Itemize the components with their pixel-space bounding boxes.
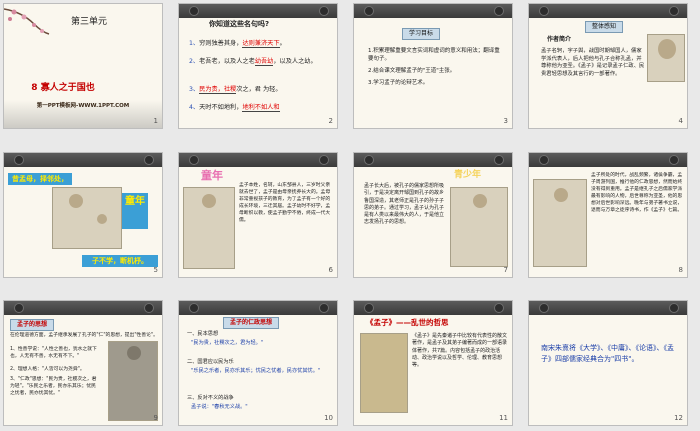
unit-label: 第三单元 xyxy=(70,17,107,27)
mother-and-child-painting xyxy=(52,187,122,249)
mencius-portrait xyxy=(647,34,685,82)
slide-thumbnail-10[interactable]: 孟子的仁政思想 一、民本思想 "民为贵，社稷次之，君为轻。" 二、国君应以民为乐… xyxy=(178,300,338,426)
top-banner xyxy=(4,153,162,167)
top-banner xyxy=(354,4,512,18)
slide-thumbnail-9[interactable]: 孟子的思想 在伦理道德方面，孟子继承发展了孔子的"仁"的思想，提出"性善论"。 … xyxy=(3,300,163,426)
top-caption: 昔孟母，择邻处， xyxy=(8,173,72,185)
policy-item: 孟子说："春秋无义战。" xyxy=(191,404,248,410)
top-banner xyxy=(179,301,337,315)
author-intro-label: 作者简介 xyxy=(547,36,572,43)
top-banner xyxy=(529,301,687,315)
slide-number: 5 xyxy=(153,265,158,274)
bottom-caption: 子不学，断机杼。 xyxy=(82,255,158,267)
thought-point-3: 3、"仁政"思想："民为贵，社稷次之，君为轻"。"乐民之乐者，民亦乐其乐；忧民之… xyxy=(10,377,97,396)
mother-weaving-painting xyxy=(183,187,235,269)
thought-point-2: 2、理想人格："人皆可以为尧舜"。 xyxy=(10,367,85,372)
mencius-statue xyxy=(108,341,158,421)
slide-number: 9 xyxy=(153,413,158,422)
four-books-text: 南宋朱熹将《大学》、《中庸》、《论语》、《孟子》四部儒家经典合为"四书"。 xyxy=(541,344,674,364)
slide-title: 8 寡人之于国也 xyxy=(31,83,95,93)
book-heading: 《孟子》——乱世的哲思 xyxy=(366,318,449,327)
thought-point-1: 1、性善学说："人性之善也，犹水之就下也，人无有不善，水无有不下。" xyxy=(10,347,97,359)
goal-item: 3.学习孟子的论辩艺术。 xyxy=(368,80,429,86)
childhood-label: 童年 xyxy=(122,193,148,229)
footer-text: 第一PPT模板网-WWW.1PPT.COM xyxy=(36,103,130,109)
book-text: 《孟子》是先秦诸子中比较有代表性的散文著作，是孟子及其弟子编著而成的一部语录体著… xyxy=(412,333,508,368)
thought-intro: 在伦理道德方面，孟子继承发展了孔子的"仁"的思想，提出"性善论"。 xyxy=(10,333,158,338)
policy-item: 三、反对不义的战争 xyxy=(187,395,234,401)
top-banner xyxy=(4,301,162,315)
slide-thumbnail-2[interactable]: 你知道这些名句吗? 1、穷则独善其身，达则兼济天下。 2、老吾老，以及人之老幼吾… xyxy=(178,3,338,129)
author-text: 孟子名轲，字子舆，战国时期邹国人，儒家学派代表人，后人把他与孔子合称孔孟，并尊称… xyxy=(541,48,645,78)
slide-number: 3 xyxy=(503,116,508,125)
book-scroll-image xyxy=(360,333,408,413)
section-tag: 孟子的思想 xyxy=(10,319,55,332)
slide-number: 4 xyxy=(678,116,683,125)
top-banner xyxy=(179,153,337,167)
quote-line: 4、天时不如地利，地利不如人和 xyxy=(189,104,280,112)
youth-heading: 青少年 xyxy=(454,170,482,180)
slide-number: 1 xyxy=(153,116,158,125)
slide-number: 12 xyxy=(674,413,683,422)
slide-thumbnail-1[interactable]: 第三单元 8 寡人之于国也 第一PPT模板网-WWW.1PPT.COM 1 xyxy=(3,3,163,129)
quote-line: 1、穷则独善其身，达则兼济天下。 xyxy=(189,40,286,48)
quote-line: 3、民为贵，社稷次之，君 为轻。 xyxy=(189,86,282,94)
slide-thumbnail-7[interactable]: 青少年 孟子长大后，被孔子的儒家思想所吸引，于是决定离开邹国到孔子的故乡鲁国深造… xyxy=(353,152,513,278)
slide-thumbnail-12[interactable]: 南宋朱熹将《大学》、《中庸》、《论语》、《孟子》四部儒家经典合为"四书"。 12 xyxy=(528,300,688,426)
section-tag: 孟子的仁政思想 xyxy=(223,317,280,330)
policy-item: "乐民之乐者，民亦乐其乐；忧民之忧者，民亦忧其忧。" xyxy=(191,368,321,374)
slide-number: 2 xyxy=(328,116,333,125)
slide-thumbnail-6[interactable]: 童年 孟子本姓，名轲，山东邹县人，三岁时父亲就去世了，孟子是由母亲抚养长大的。孟… xyxy=(178,152,338,278)
slide-thumbnail-3[interactable]: 学习目标 1.积累理解重要文言实词和虚词的意义和用法；翻译重要句子。 2.结合课… xyxy=(353,3,513,129)
childhood-heading: 童年 xyxy=(201,169,223,182)
slide-sorter-grid: 第三单元 8 寡人之于国也 第一PPT模板网-WWW.1PPT.COM 1 你知… xyxy=(0,0,700,431)
goal-item: 1.积累理解重要文言实词和虚词的意义和用法；翻译重要句子。 xyxy=(368,48,500,62)
top-banner xyxy=(529,4,687,18)
goal-item: 2.结合课文理解孟子的"王道"主张。 xyxy=(368,68,456,74)
scholar-painting xyxy=(450,187,508,267)
top-banner xyxy=(529,153,687,167)
later-life-text: 孟子所处的时代，战乱频繁，诸侯争霸，孟子周游列国，推行他的仁政思想，然而始终没有… xyxy=(591,173,683,213)
quote-line: 2、老吾老，以及人之老幼吾幼，以及人之幼。 xyxy=(189,58,317,66)
section-tag: 学习目标 xyxy=(402,28,441,41)
slide-thumbnail-4[interactable]: 整体感知 作者简介 孟子名轲，字子舆，战国时期邹国人，儒家学派代表人，后人把他与… xyxy=(528,3,688,129)
slide-number: 11 xyxy=(499,413,508,422)
youth-text: 孟子长大后，被孔子的儒家思想所吸引，于是决定离开邹国到孔子的故乡鲁国深造，其老师… xyxy=(364,183,445,226)
top-banner xyxy=(179,4,337,18)
slide-number: 10 xyxy=(324,413,333,422)
slide-number: 6 xyxy=(328,265,333,274)
slide-heading: 你知道这些名句吗? xyxy=(209,20,270,28)
slide-thumbnail-5[interactable]: 昔孟母，择邻处， 童年 子不学，断机杼。 5 xyxy=(3,152,163,278)
top-banner xyxy=(354,301,512,315)
slide-number: 7 xyxy=(503,265,508,274)
policy-item: "民为贵，社稷次之，君为轻。" xyxy=(191,340,264,346)
slide-thumbnail-11[interactable]: 《孟子》——乱世的哲思 《孟子》是先秦诸子中比较有代表性的散文著作，是孟子及其弟… xyxy=(353,300,513,426)
policy-item: 二、国君应以民为乐 xyxy=(187,359,234,365)
mencius-travel-painting xyxy=(533,179,587,267)
slide-thumbnail-8[interactable]: 孟子所处的时代，战乱频繁，诸侯争霸，孟子周游列国，推行他的仁政思想，然而始终没有… xyxy=(528,152,688,278)
childhood-text: 孟子本姓，名轲，山东邹县人，三岁时父亲就去世了，孟子是由母亲抚养长大的。孟母非常… xyxy=(239,183,331,223)
top-banner xyxy=(354,153,512,167)
section-tag: 整体感知 xyxy=(585,21,624,34)
policy-item: 一、民本思想 xyxy=(187,331,219,337)
slide-number: 8 xyxy=(678,265,683,274)
